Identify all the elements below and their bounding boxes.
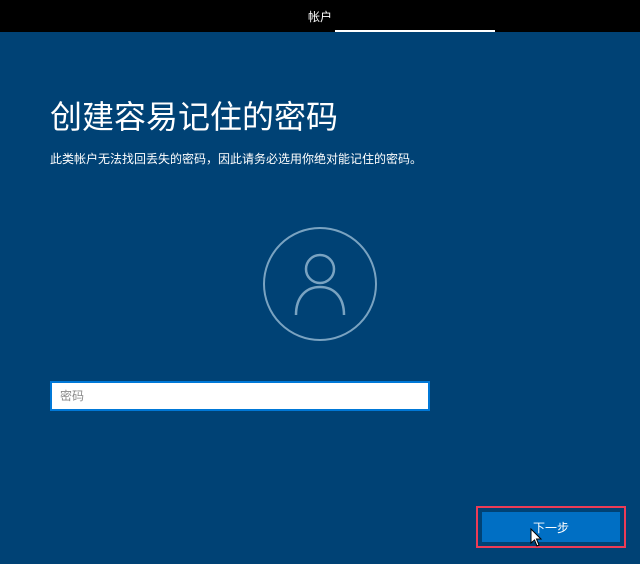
next-button[interactable]: 下一步 xyxy=(482,512,620,542)
user-avatar-icon xyxy=(263,227,377,341)
tab-account[interactable]: 帐户 xyxy=(288,0,352,33)
password-field-container xyxy=(50,381,430,411)
next-button-highlight: 下一步 xyxy=(476,506,626,548)
password-input[interactable] xyxy=(60,389,420,403)
tab-underline xyxy=(335,30,495,32)
page-title: 创建容易记住的密码 xyxy=(50,92,590,138)
content: 创建容易记住的密码 此类帐户无法找回丢失的密码，因此请务必选用你绝对能记住的密码… xyxy=(0,32,640,411)
top-bar: 帐户 xyxy=(0,0,640,32)
page-subtitle: 此类帐户无法找回丢失的密码，因此请务必选用你绝对能记住的密码。 xyxy=(50,150,590,167)
avatar-container xyxy=(50,227,590,341)
person-icon xyxy=(292,253,348,315)
tab-label: 帐户 xyxy=(308,10,332,24)
next-button-label: 下一步 xyxy=(533,519,569,536)
